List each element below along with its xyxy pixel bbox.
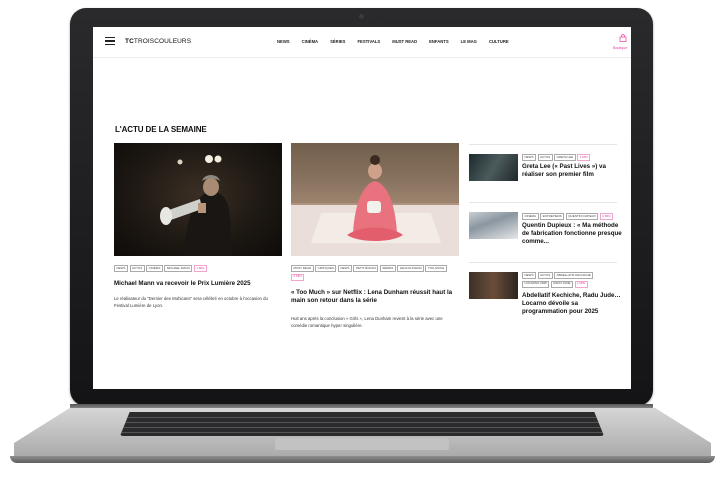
browser-screen: TCTROISCOULEURS NEWS CINÉMA SÉRIES FESTI… <box>93 27 631 389</box>
camera <box>359 14 364 19</box>
tag[interactable]: ACTUS <box>537 154 553 161</box>
tag[interactable]: ENTRETIENS <box>540 213 565 220</box>
tag[interactable]: PETIT ÉCRAN <box>353 265 379 272</box>
tag[interactable]: GRETA LEE <box>554 154 576 161</box>
nav-enfants[interactable]: ENFANTS <box>429 39 449 44</box>
logo-bold: TC <box>125 38 134 45</box>
nav-culture[interactable]: CULTURE <box>489 39 509 44</box>
divider <box>469 262 617 263</box>
article-tags: CINÉMA ENTRETIENS QUENTIN DUPIEUX 6 MIN <box>522 213 622 220</box>
nav-must-read[interactable]: MUST READ <box>392 39 417 44</box>
tag[interactable]: ACTUS <box>537 272 553 279</box>
article-excerpt: Huit ans après la conclusion « Girls », … <box>291 316 443 328</box>
article-tags: NEWS ACTUS GRETA LEE 1 MIN <box>522 154 618 161</box>
main-nav: NEWS CINÉMA SÉRIES FESTIVALS MUST READ E… <box>277 39 509 44</box>
tag[interactable]: ACTUS <box>129 265 145 272</box>
article-tags: NEWS ACTUS ABDELLATIF KECHICHE LOCARNO 2… <box>522 272 622 288</box>
section-title: L'ACTU DE LA SEMAINE <box>115 125 207 134</box>
tag[interactable]: LENA DUNHAM <box>397 265 424 272</box>
reading-time-badge: 1 MIN <box>574 280 588 288</box>
article-headline[interactable]: « Too Much » sur Netflix : Lena Dunham r… <box>291 289 459 305</box>
tag[interactable]: SÉRIES <box>379 265 396 272</box>
tag[interactable]: ABDELLATIF KECHICHE <box>554 272 594 279</box>
tag[interactable]: CINÉMA <box>146 265 163 272</box>
nav-le-mag[interactable]: LE MAG <box>461 39 477 44</box>
nav-series[interactable]: SÉRIES <box>330 39 345 44</box>
site-header: TCTROISCOULEURS NEWS CINÉMA SÉRIES FESTI… <box>93 27 631 58</box>
keyboard <box>120 412 604 436</box>
reading-time-badge: 2 MIN <box>291 273 305 281</box>
article-thumbnail[interactable] <box>469 212 518 239</box>
article-headline[interactable]: Greta Lee (« Past Lives ») va réaliser s… <box>522 163 622 179</box>
tag[interactable]: MICHAEL MANN <box>164 265 193 272</box>
divider <box>469 144 617 145</box>
article-image-too-much[interactable] <box>291 143 459 256</box>
divider <box>469 202 617 203</box>
tag[interactable]: CRITIQUES <box>315 265 337 272</box>
tag[interactable]: NEWS <box>114 265 128 272</box>
tag[interactable]: QUENTIN DUPIEUX <box>565 213 599 220</box>
tag[interactable]: NEWS <box>522 272 536 279</box>
tag[interactable]: TOO MUCH <box>425 265 447 272</box>
article-thumbnail[interactable] <box>469 272 518 299</box>
site-logo[interactable]: TCTROISCOULEURS <box>125 38 191 45</box>
article-headline[interactable]: Quentin Dupieux : « Ma méthode de fabric… <box>522 222 622 246</box>
article-tags: MUST READ CRITIQUES NEWS PETIT ÉCRAN SÉR… <box>291 265 459 281</box>
hamburger-menu-icon[interactable] <box>105 37 115 45</box>
reading-time-badge: 6 MIN <box>599 213 613 220</box>
boutique-label[interactable]: Boutique <box>613 46 627 50</box>
article-thumbnail[interactable] <box>469 154 518 181</box>
laptop-base-edge <box>10 456 715 463</box>
nav-news[interactable]: NEWS <box>277 39 290 44</box>
reading-time-badge: 1 MIN <box>193 265 207 272</box>
tag[interactable]: NEWS <box>522 154 536 161</box>
logo-text: TROISCOULEURS <box>133 38 192 45</box>
article-excerpt: Le réalisateur du "Dernier des Mohicans"… <box>114 296 268 308</box>
article-headline[interactable]: Abdellatif Kechiche, Radu Jude… Locarno … <box>522 292 622 316</box>
tag[interactable]: NEWS <box>337 265 352 272</box>
shopping-bag-icon[interactable] <box>619 34 627 42</box>
tag[interactable]: LOCARNO 2025 <box>522 280 550 288</box>
tag[interactable]: CINÉMA <box>522 213 539 220</box>
article-tags: NEWS ACTUS CINÉMA MICHAEL MANN 1 MIN <box>114 265 282 272</box>
trackpad <box>275 438 449 450</box>
tag[interactable]: MUST READ <box>291 265 314 272</box>
nav-festivals[interactable]: FESTIVALS <box>357 39 380 44</box>
article-headline[interactable]: Michael Mann va recevoir le Prix Lumière… <box>114 280 282 288</box>
article-image-michael-mann[interactable] <box>114 143 282 256</box>
nav-cinema[interactable]: CINÉMA <box>302 39 319 44</box>
reading-time-badge: 1 MIN <box>577 154 591 161</box>
tag[interactable]: RADU JUDE <box>550 280 574 288</box>
